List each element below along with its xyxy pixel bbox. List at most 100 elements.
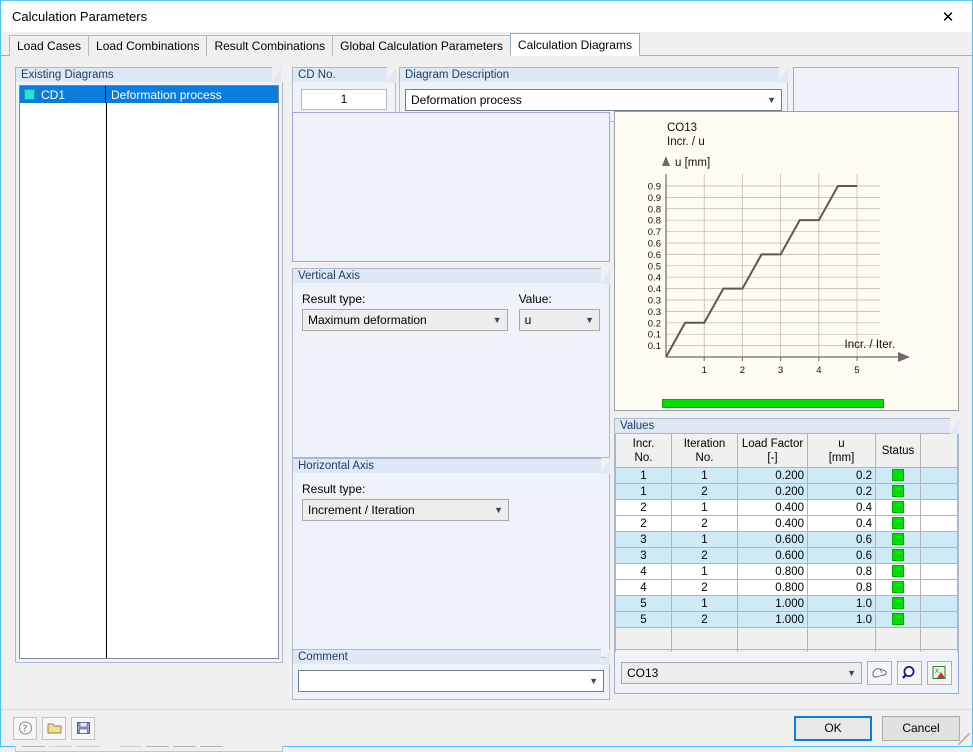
svg-text:0.6: 0.6 [648, 250, 661, 261]
cell-load-factor: 0.200 [737, 467, 808, 484]
status-badge [875, 531, 921, 548]
values-table: Incr. No. Iteration No. Load Factor [-] u [m… [615, 433, 958, 672]
svg-text:0.2: 0.2 [648, 318, 661, 329]
col-iteration-no: Iteration No. [671, 433, 738, 468]
values-caption: Values [614, 418, 959, 434]
resize-grip[interactable] [958, 733, 970, 745]
svg-text:0.1: 0.1 [648, 330, 661, 341]
ok-button[interactable]: OK [794, 715, 872, 741]
chevron-down-icon: ▼ [585, 315, 594, 325]
magnifier-icon[interactable] [897, 660, 922, 685]
table-row[interactable]: 3 1 0.600 0.6 [615, 531, 958, 548]
svg-text:0.9: 0.9 [648, 193, 661, 204]
chart-xlabel: Incr. / Iter. [845, 339, 896, 351]
col-load-factor: Load Factor [-] [737, 433, 808, 468]
cell-spacer [920, 515, 958, 532]
vertical-value-value: u [524, 313, 532, 327]
table-row[interactable]: 1 1 0.200 0.2 [615, 467, 958, 484]
cell-iteration-no: 2 [671, 483, 738, 500]
tab-load-combinations[interactable]: Load Combinations [88, 35, 208, 56]
cell-empty [875, 627, 921, 650]
cell-incr-no: 1 [615, 467, 672, 484]
list-item[interactable]: CD1 Deformation process [20, 86, 278, 103]
cell-incr-no: 3 [615, 531, 672, 548]
table-row-empty[interactable] [615, 627, 958, 650]
chevron-down-icon: ▼ [847, 667, 856, 678]
folder-icon[interactable] [42, 716, 66, 740]
diagram-description-caption: Diagram Description [399, 67, 788, 83]
cell-spacer [920, 579, 958, 596]
cd-no-field[interactable]: 1 [301, 89, 387, 110]
vertical-result-type-value: Maximum deformation [308, 313, 427, 327]
chevron-down-icon: ▼ [492, 315, 502, 325]
svg-text:X: X [935, 669, 939, 675]
existing-diagrams-list[interactable]: CD1 Deformation process [19, 85, 279, 659]
values-table-body: 1 1 0.200 0.2 1 2 0.200 0.2 2 1 0.400 0.4 2 2 0.400 0.4… [615, 467, 958, 672]
table-row[interactable]: 4 1 0.800 0.8 [615, 563, 958, 580]
status-ok-icon [892, 485, 904, 498]
horizontal-axis-caption: Horizontal Axis [292, 458, 610, 474]
cell-spacer [920, 547, 958, 564]
tab-global-calculation-parameters[interactable]: Global Calculation Parameters [332, 35, 511, 56]
help-icon[interactable]: ? [13, 716, 37, 740]
cell-spacer [920, 499, 958, 516]
cell-load-factor: 0.400 [737, 499, 808, 516]
table-row[interactable]: 5 1 1.000 1.0 [615, 595, 958, 612]
cell-load-factor: 0.800 [737, 579, 808, 596]
svg-text:0.1: 0.1 [648, 341, 661, 352]
combination-selector-row: CO13 ▼ X [614, 652, 959, 694]
vertical-value-combo[interactable]: u ▼ [518, 309, 600, 331]
svg-text:?: ? [23, 724, 27, 734]
vertical-axis-group: Vertical Axis Result type: Maximum defor… [292, 268, 610, 458]
diagram-description-combo[interactable]: Deformation process ▼ [405, 89, 782, 111]
table-row[interactable]: 1 2 0.200 0.2 [615, 483, 958, 500]
floppy-icon[interactable] [71, 716, 95, 740]
table-row[interactable]: 3 2 0.600 0.6 [615, 547, 958, 564]
tab-bar: Load Cases Load Combinations Result Comb… [1, 32, 972, 56]
excel-icon[interactable]: X [927, 660, 952, 685]
tab-calculation-diagrams[interactable]: Calculation Diagrams [509, 33, 640, 56]
table-row[interactable]: 4 2 0.800 0.8 [615, 579, 958, 596]
cell-iteration-no: 2 [671, 579, 738, 596]
cell-iteration-no: 2 [671, 611, 738, 628]
svg-text:5: 5 [854, 365, 859, 376]
svg-text:0.8: 0.8 [648, 204, 661, 215]
cell-incr-no: 4 [615, 579, 672, 596]
svg-text:0.7: 0.7 [648, 227, 661, 238]
vertical-result-type-combo[interactable]: Maximum deformation ▼ [302, 309, 508, 331]
horizontal-result-type-combo[interactable]: Increment / Iteration ▼ [302, 499, 509, 521]
cell-spacer [920, 611, 958, 628]
vertical-result-type-label: Result type: [302, 292, 366, 306]
svg-text:0.8: 0.8 [648, 216, 661, 227]
svg-text:0.3: 0.3 [648, 307, 661, 318]
chevron-down-icon: ▼ [589, 676, 598, 686]
close-icon[interactable]: ✕ [925, 2, 971, 32]
status-ok-icon [892, 549, 904, 562]
combination-combo[interactable]: CO13 ▼ [621, 661, 862, 684]
dialog-footer: ? OK Cancel [1, 709, 972, 746]
table-row[interactable]: 5 2 1.000 1.0 [615, 611, 958, 628]
comment-combo[interactable]: ▼ [298, 670, 604, 692]
table-row[interactable]: 2 2 0.400 0.4 [615, 515, 958, 532]
cell-incr-no: 5 [615, 595, 672, 612]
status-badge [875, 499, 921, 516]
comment-group: Comment ▼ [292, 649, 610, 700]
cell-empty [615, 627, 672, 650]
cancel-button[interactable]: Cancel [882, 715, 960, 741]
status-ok-icon [892, 517, 904, 530]
tab-load-cases[interactable]: Load Cases [9, 35, 90, 56]
cell-incr-no: 2 [615, 499, 672, 516]
svg-text:0.4: 0.4 [648, 284, 661, 295]
tab-result-combinations[interactable]: Result Combinations [206, 35, 334, 56]
diagram-description-cell: Deformation process [111, 87, 222, 102]
cell-load-factor: 0.800 [737, 563, 808, 580]
table-row[interactable]: 2 1 0.400 0.4 [615, 499, 958, 516]
cell-incr-no: 4 [615, 563, 672, 580]
status-ok-icon [892, 469, 904, 482]
cell-u: 1.0 [807, 611, 876, 628]
printer-icon[interactable] [867, 660, 892, 685]
existing-diagrams-caption: Existing Diagrams [15, 67, 281, 83]
diagram-id: CD1 [41, 87, 66, 102]
status-badge [875, 611, 921, 628]
status-badge [875, 483, 921, 500]
